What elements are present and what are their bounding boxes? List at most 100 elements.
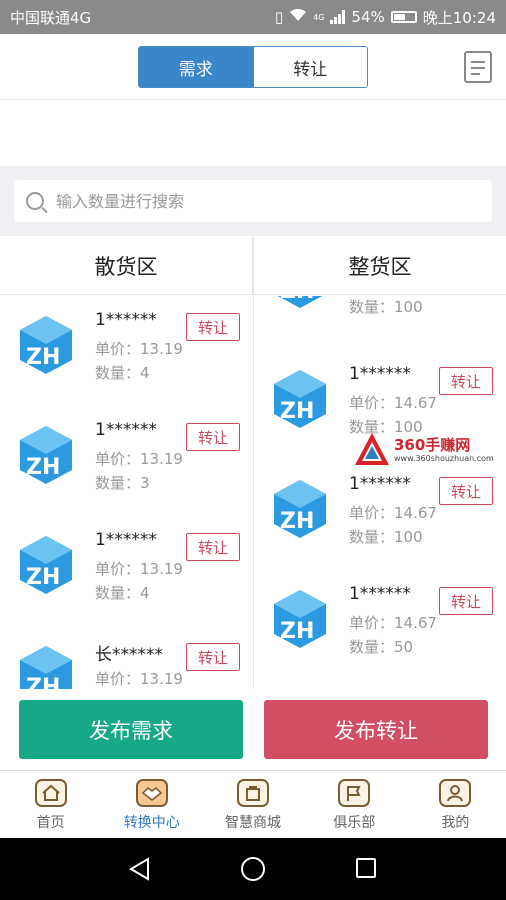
list-item[interactable]: ZH 1****** 单价：13.19 数量：4 转让 xyxy=(0,296,253,406)
status-icons: ▯ 4G 54% 晚上10:24 xyxy=(275,7,496,28)
transfer-button[interactable]: 转让 xyxy=(186,643,240,671)
back-icon[interactable] xyxy=(128,857,152,881)
list-item[interactable]: ZH 1****** 单价：14.67 数量：100 转让 xyxy=(254,460,506,570)
watermark-title: 360手赚网 xyxy=(394,436,471,454)
flag-icon xyxy=(338,779,371,807)
search-input[interactable] xyxy=(56,191,456,211)
transfer-button[interactable]: 转让 xyxy=(439,367,493,395)
item-price: 单价：13.19 xyxy=(95,560,183,578)
shopping-bag-icon xyxy=(237,779,269,807)
tab-profile[interactable]: 我的 xyxy=(405,771,506,838)
publish-transfer-button[interactable]: 发布转让 xyxy=(264,700,488,759)
network-type: 4G xyxy=(313,12,325,22)
item-price: 单价：13.19 xyxy=(95,340,183,358)
tab-exchange-center[interactable]: 转换中心 xyxy=(101,771,202,838)
item-name: 1****** xyxy=(349,364,411,384)
item-price: 单价：14.67 xyxy=(349,504,437,522)
cube-logo-icon: ZH xyxy=(274,480,326,538)
transfer-button[interactable]: 转让 xyxy=(439,477,493,505)
column-header-whole[interactable]: 整货区 xyxy=(254,237,506,295)
item-quantity: 数量：3 xyxy=(95,474,150,492)
item-price: 单价：14.67 xyxy=(349,614,437,632)
document-icon[interactable] xyxy=(464,51,492,83)
cube-logo-icon: ZH xyxy=(274,590,326,648)
search-box[interactable] xyxy=(14,180,492,222)
user-icon xyxy=(439,779,472,807)
item-price: 单价：13.19 xyxy=(95,670,183,688)
recent-apps-icon[interactable] xyxy=(356,858,376,878)
publish-demand-button[interactable]: 发布需求 xyxy=(19,700,243,759)
tab-label: 俱乐部 xyxy=(333,815,376,831)
item-quantity: 数量：4 xyxy=(95,364,150,382)
wifi-icon xyxy=(289,8,307,26)
item-name: 1****** xyxy=(349,474,411,494)
whole-list[interactable]: ZH 数量：100 ZH 1****** 单价：14.67 数量：100 转让 … xyxy=(254,296,506,689)
clock: 晚上10:24 xyxy=(422,8,496,27)
watermark-url: www.360shouzhuan.com xyxy=(394,454,494,463)
app-screen: 中国联通4G ▯ 4G 54% 晚上10:24 需求 转让 散货区 xyxy=(0,0,506,900)
transfer-button[interactable]: 转让 xyxy=(186,423,240,451)
svg-text:ZH: ZH xyxy=(280,399,314,424)
item-quantity: 数量：100 xyxy=(349,298,423,316)
segmented-control: 需求 转让 xyxy=(138,46,368,88)
list-item[interactable]: ZH 数量：100 xyxy=(254,296,506,340)
tab-label: 首页 xyxy=(36,815,65,831)
handshake-icon xyxy=(135,779,168,807)
system-nav-bar xyxy=(0,838,506,900)
transfer-button[interactable]: 转让 xyxy=(439,587,493,615)
list-item[interactable]: ZH 长****** 单价：13.19 转让 xyxy=(0,626,253,689)
svg-text:ZH: ZH xyxy=(26,345,60,370)
search-icon xyxy=(26,192,44,210)
tab-label: 智慧商城 xyxy=(225,815,281,831)
bulk-list[interactable]: ZH 1****** 单价：13.19 数量：4 转让 ZH 1****** 单… xyxy=(0,296,253,689)
cube-logo-icon: ZH xyxy=(20,426,72,484)
item-price: 单价：13.19 xyxy=(95,450,183,468)
svg-text:ZH: ZH xyxy=(280,509,314,534)
item-name: 长****** xyxy=(95,645,163,665)
list-item[interactable]: ZH 1****** 单价：13.19 数量：4 转让 xyxy=(0,516,253,626)
top-header: 需求 转让 xyxy=(0,34,506,100)
list-item[interactable]: ZH 1****** 单价：14.67 数量：50 转让 xyxy=(254,570,506,680)
carrier-label: 中国联通4G xyxy=(10,8,92,27)
tab-transfer[interactable]: 转让 xyxy=(252,47,367,87)
watermark-triangle-icon xyxy=(355,433,389,465)
battery-icon xyxy=(390,11,417,23)
action-bar: 发布需求 发布转让 xyxy=(0,689,506,770)
tab-mall[interactable]: 智慧商城 xyxy=(202,771,303,838)
vibrate-icon: ▯ xyxy=(274,8,284,26)
cube-logo-icon: ZH xyxy=(277,296,323,308)
item-name: 1****** xyxy=(95,530,157,550)
watermark-logo: 360手赚网 www.360shouzhuan.com xyxy=(354,432,500,468)
item-name: 1****** xyxy=(349,584,411,604)
home-icon xyxy=(34,779,67,807)
tab-label: 我的 xyxy=(441,815,470,831)
svg-text:ZH: ZH xyxy=(26,455,60,480)
item-quantity: 数量：100 xyxy=(349,528,423,546)
cube-logo-icon: ZH xyxy=(20,646,72,689)
status-bar: 中国联通4G ▯ 4G 54% 晚上10:24 xyxy=(0,0,506,34)
tab-club[interactable]: 俱乐部 xyxy=(304,771,405,838)
transfer-button[interactable]: 转让 xyxy=(186,313,240,341)
signal-icon xyxy=(330,10,346,24)
column-header-bulk[interactable]: 散货区 xyxy=(0,237,253,295)
search-section xyxy=(0,166,506,236)
svg-text:ZH: ZH xyxy=(26,675,60,689)
bottom-tab-bar: 首页 转换中心 智慧商城 俱乐部 我的 xyxy=(0,770,506,838)
cube-logo-icon: ZH xyxy=(20,316,72,374)
svg-text:ZH: ZH xyxy=(26,565,60,590)
item-name: 1****** xyxy=(95,420,157,440)
transfer-button[interactable]: 转让 xyxy=(186,533,240,561)
item-price: 单价：14.67 xyxy=(349,394,437,412)
cube-logo-icon: ZH xyxy=(20,536,72,594)
tab-home[interactable]: 首页 xyxy=(0,771,101,838)
banner-area xyxy=(0,100,506,166)
tab-demand[interactable]: 需求 xyxy=(139,47,253,87)
cube-logo-icon: ZH xyxy=(274,370,326,428)
svg-text:ZH: ZH xyxy=(280,296,314,304)
battery-percent: 54% xyxy=(351,8,385,26)
list-item[interactable]: ZH 1****** 单价：13.19 数量：3 转让 xyxy=(0,406,253,516)
item-quantity: 数量：4 xyxy=(95,584,150,602)
tab-label: 转换中心 xyxy=(123,815,180,831)
home-nav-icon[interactable] xyxy=(241,857,265,881)
item-name: 1****** xyxy=(95,310,157,330)
